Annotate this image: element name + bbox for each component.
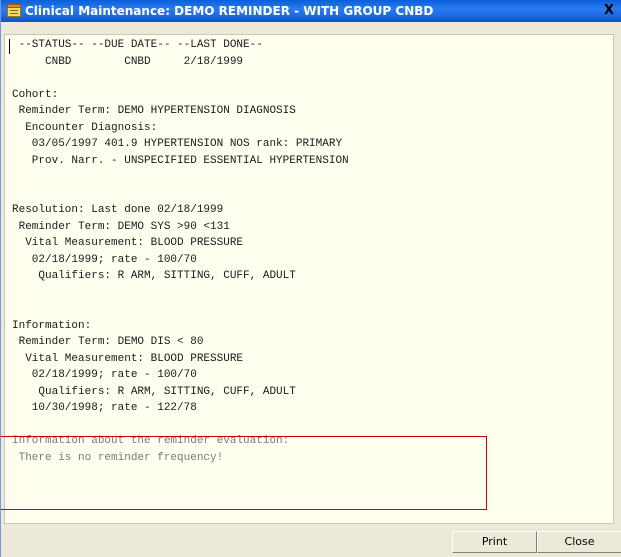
report-line: Prov. Narr. - UNSPECIFIED ESSENTIAL HYPE… — [12, 154, 349, 167]
text-caret — [9, 39, 10, 54]
report-line: 02/18/1999; rate - 100/70 — [12, 253, 197, 266]
report-line: Reminder Term: DEMO HYPERTENSION DIAGNOS… — [12, 105, 296, 117]
report-line: Encounter Diagnosis: — [12, 121, 158, 134]
report-line: --STATUS-- --DUE DATE-- --LAST DONE-- — [12, 39, 263, 51]
report-line: Reminder Term: DEMO SYS >90 <131 — [12, 220, 230, 233]
report-line: Vital Measurement: BLOOD PRESSURE — [12, 352, 244, 365]
print-button[interactable]: Print — [452, 531, 537, 553]
report-line: CNBD CNBD 2/18/1999 — [12, 55, 244, 68]
title-bar[interactable]: Clinical Maintenance: DEMO REMINDER - WI… — [1, 0, 621, 22]
report-line: Resolution: Last done 02/18/1999 — [12, 204, 224, 216]
report-line: Information: — [12, 319, 92, 332]
report-line: Cohort: — [12, 88, 59, 101]
report-line: 03/05/1997 401.9 HYPERTENSION NOS rank: … — [12, 138, 343, 150]
close-window-button[interactable]: X — [601, 3, 617, 19]
report-line: Reminder Term: DEMO DIS < 80 — [12, 336, 204, 348]
report-line: 10/30/1998; rate - 122/78 — [12, 402, 197, 414]
report-line: Qualifiers: R ARM, SITTING, CUFF, ADULT — [12, 270, 296, 282]
report-line: 02/18/1999; rate - 100/70 — [12, 369, 197, 381]
clinical-maintenance-window: Clinical Maintenance: DEMO REMINDER - WI… — [0, 0, 621, 557]
window-title: Clinical Maintenance: DEMO REMINDER - WI… — [25, 4, 434, 18]
highlight-annotation-box — [1, 436, 487, 510]
report-line: Qualifiers: R ARM, SITTING, CUFF, ADULT — [12, 385, 296, 398]
report-line: Vital Measurement: BLOOD PRESSURE — [12, 237, 244, 249]
clinical-maintenance-icon — [7, 4, 21, 17]
close-button[interactable]: Close — [537, 531, 621, 553]
